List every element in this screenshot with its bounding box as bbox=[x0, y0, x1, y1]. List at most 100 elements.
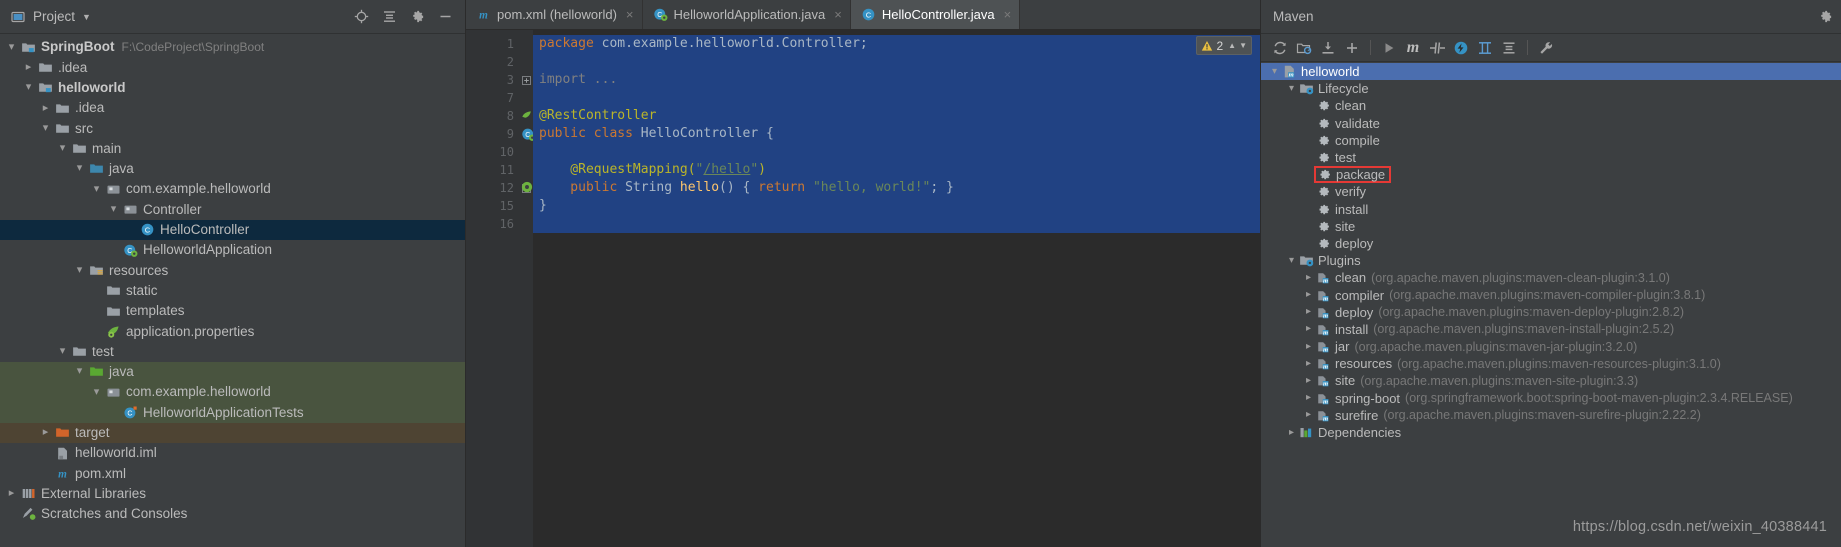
fold-column[interactable] bbox=[520, 30, 533, 547]
maven-tree-row[interactable]: deploy bbox=[1261, 235, 1841, 252]
gear-icon[interactable] bbox=[1817, 9, 1833, 25]
target-icon[interactable] bbox=[353, 9, 369, 25]
project-node-expanded-chevron-icon[interactable]: ▾ bbox=[108, 204, 119, 215]
source-code[interactable]: package com.example.helloworld.Controlle… bbox=[533, 30, 1260, 547]
project-node-collapsed-chevron-icon[interactable]: ▸ bbox=[40, 427, 51, 438]
maven-tree-row[interactable]: site bbox=[1261, 218, 1841, 235]
code-line[interactable]: @RestController bbox=[533, 107, 1260, 125]
project-node-expanded-chevron-icon[interactable]: ▾ bbox=[57, 346, 68, 357]
maven-tree-row[interactable]: ▸ m clean (org.apache.maven.plugins:maven-c… bbox=[1261, 269, 1841, 286]
project-file-tree[interactable]: ▾ SpringBoot F:\CodeProject\SpringBoot ▸ .id… bbox=[0, 34, 465, 547]
project-tree-row[interactable]: m pom.xml bbox=[0, 463, 465, 483]
reload-all-maven-projects-icon[interactable] bbox=[1269, 37, 1291, 59]
execute-maven-goal-icon[interactable]: m bbox=[1402, 37, 1424, 59]
maven-tree-row[interactable]: ▸ m resources (org.apache.maven.plugins:mav… bbox=[1261, 355, 1841, 372]
project-node-collapsed-chevron-icon[interactable]: ▸ bbox=[6, 488, 17, 499]
project-tree-row[interactable]: ▾ java bbox=[0, 361, 465, 383]
code-line[interactable]: public class HelloController { bbox=[533, 125, 1260, 143]
maven-tree-row[interactable]: ▸ m deploy (org.apache.maven.plugins:maven-… bbox=[1261, 304, 1841, 321]
maven-tree-row[interactable]: ▾ Lifecycle bbox=[1261, 80, 1841, 97]
project-tree-row[interactable]: C HelloworldApplication bbox=[0, 240, 465, 260]
maven-tree-row[interactable]: ▸ m jar (org.apache.maven.plugins:maven-jar… bbox=[1261, 338, 1841, 355]
project-tree-row[interactable]: ▾ main bbox=[0, 138, 465, 158]
maven-tree-row[interactable]: validate bbox=[1261, 115, 1841, 132]
code-line[interactable] bbox=[533, 53, 1260, 71]
maven-node-collapsed-chevron-icon[interactable]: ▸ bbox=[1303, 307, 1314, 317]
maven-node-collapsed-chevron-icon[interactable]: ▸ bbox=[1303, 393, 1314, 403]
maven-node-collapsed-chevron-icon[interactable]: ▸ bbox=[1286, 427, 1297, 438]
maven-node-collapsed-chevron-icon[interactable]: ▸ bbox=[1303, 341, 1314, 352]
project-node-expanded-chevron-icon[interactable]: ▾ bbox=[91, 183, 102, 195]
project-tree-row[interactable]: ▾ com.example.helloworld bbox=[0, 179, 465, 199]
close-icon[interactable]: × bbox=[626, 7, 634, 22]
inspection-warning-badge[interactable]: 2 ▲ ▼ bbox=[1196, 36, 1252, 55]
project-node-expanded-chevron-icon[interactable]: ▾ bbox=[74, 163, 85, 174]
maven-node-collapsed-chevron-icon[interactable]: ▸ bbox=[1303, 358, 1314, 369]
chevron-down-icon[interactable]: ▼ bbox=[1239, 41, 1247, 50]
project-tree-row[interactable]: ▸ .idea bbox=[0, 98, 465, 118]
maven-tree-row[interactable]: test bbox=[1261, 149, 1841, 166]
project-tree-row[interactable]: C HelloController bbox=[0, 219, 465, 240]
maven-project-tree[interactable]: ▾ m helloworld ▾ Lifecycle clean validate compi… bbox=[1261, 62, 1841, 547]
editor-tab[interactable]: C HelloController.java × bbox=[850, 0, 1021, 29]
project-tree-row[interactable]: templates bbox=[0, 301, 465, 321]
project-node-expanded-chevron-icon[interactable]: ▾ bbox=[40, 122, 51, 134]
code-line[interactable]: package com.example.helloworld.Controlle… bbox=[533, 35, 1260, 53]
project-node-expanded-chevron-icon[interactable]: ▾ bbox=[74, 264, 85, 276]
toggle-offline-mode-icon[interactable] bbox=[1450, 37, 1472, 59]
project-node-expanded-chevron-icon[interactable]: ▾ bbox=[23, 82, 34, 93]
project-tree-row[interactable]: ▾ resources bbox=[0, 260, 465, 280]
project-tree-row[interactable]: ▾ Controller bbox=[0, 199, 465, 219]
maven-tree-row[interactable]: ▸ m spring-boot (org.springframework.boot:s… bbox=[1261, 390, 1841, 407]
project-tree-row[interactable]: ▾ SpringBoot F:\CodeProject\SpringBoot bbox=[0, 37, 465, 57]
project-node-collapsed-chevron-icon[interactable]: ▸ bbox=[40, 102, 51, 114]
close-icon[interactable]: × bbox=[1004, 7, 1012, 22]
code-line[interactable] bbox=[533, 89, 1260, 107]
project-tree-row[interactable]: application.properties bbox=[0, 321, 465, 341]
run-icon[interactable] bbox=[1378, 37, 1400, 59]
code-editor[interactable]: 1 2 3 7 8 9 C 10 11 12 15 16 package com.example.he… bbox=[466, 30, 1260, 547]
maven-tree-row[interactable]: package bbox=[1261, 166, 1841, 184]
add-maven-project-icon[interactable] bbox=[1341, 37, 1363, 59]
hide-panel-icon[interactable] bbox=[437, 9, 453, 25]
project-node-expanded-chevron-icon[interactable]: ▾ bbox=[6, 41, 17, 53]
show-dependencies-icon[interactable] bbox=[1474, 37, 1496, 59]
close-icon[interactable]: × bbox=[834, 7, 842, 22]
maven-toolbar[interactable]: m bbox=[1261, 34, 1841, 62]
project-node-expanded-chevron-icon[interactable]: ▾ bbox=[74, 366, 85, 377]
toggle-skip-tests-icon[interactable] bbox=[1426, 37, 1448, 59]
settings-gear-icon[interactable] bbox=[409, 9, 425, 25]
maven-tree-row[interactable]: clean bbox=[1261, 97, 1841, 114]
project-view-icon[interactable] bbox=[10, 9, 26, 25]
chevron-up-icon[interactable]: ▲ bbox=[1228, 41, 1236, 50]
project-tree-row[interactable]: ▾ java bbox=[0, 159, 465, 179]
maven-node-expanded-chevron-icon[interactable]: ▾ bbox=[1286, 83, 1297, 94]
generate-sources-icon[interactable] bbox=[1293, 37, 1315, 59]
maven-node-collapsed-chevron-icon[interactable]: ▸ bbox=[1303, 410, 1314, 420]
project-tree-row[interactable]: ▸ External Libraries bbox=[0, 484, 465, 504]
project-tree-row[interactable]: static bbox=[0, 281, 465, 301]
project-node-expanded-chevron-icon[interactable]: ▾ bbox=[57, 143, 68, 154]
chevron-down-icon[interactable]: ▼ bbox=[82, 12, 91, 22]
project-tree-row[interactable]: ▾ com.example.helloworld bbox=[0, 382, 465, 403]
project-tree-row[interactable]: helloworld.iml bbox=[0, 443, 465, 463]
code-line[interactable]: @RequestMapping("/hello") bbox=[533, 161, 1260, 179]
code-line[interactable]: } bbox=[533, 197, 1260, 215]
project-tree-row[interactable]: ▸ .idea bbox=[0, 57, 465, 77]
editor-tab[interactable]: m pom.xml (helloworld) × bbox=[466, 0, 643, 29]
download-sources-icon[interactable] bbox=[1317, 37, 1339, 59]
project-tree-row[interactable]: ▾ test bbox=[0, 341, 465, 361]
code-line[interactable]: public String hello() { return "hello, w… bbox=[533, 179, 1260, 197]
editor-tab-bar[interactable]: m pom.xml (helloworld) × C HelloworldApplica… bbox=[466, 0, 1260, 30]
maven-node-collapsed-chevron-icon[interactable]: ▸ bbox=[1303, 290, 1314, 300]
maven-tree-row[interactable]: ▸ m surefire (org.apache.maven.plugins:mave… bbox=[1261, 407, 1841, 424]
project-tree-row[interactable]: Scratches and Consoles bbox=[0, 504, 465, 524]
maven-tree-row[interactable]: ▾ Plugins bbox=[1261, 252, 1841, 269]
project-tree-row[interactable]: ▸ target bbox=[0, 422, 465, 443]
maven-tree-row[interactable]: ▸ m site (org.apache.maven.plugins:maven-si… bbox=[1261, 372, 1841, 389]
code-line[interactable]: import ... bbox=[533, 71, 1260, 89]
project-node-expanded-chevron-icon[interactable]: ▾ bbox=[91, 386, 102, 398]
editor-tab[interactable]: C HelloworldApplication.java × bbox=[643, 0, 851, 29]
maven-node-expanded-chevron-icon[interactable]: ▾ bbox=[1286, 255, 1297, 266]
maven-node-collapsed-chevron-icon[interactable]: ▸ bbox=[1303, 272, 1314, 283]
